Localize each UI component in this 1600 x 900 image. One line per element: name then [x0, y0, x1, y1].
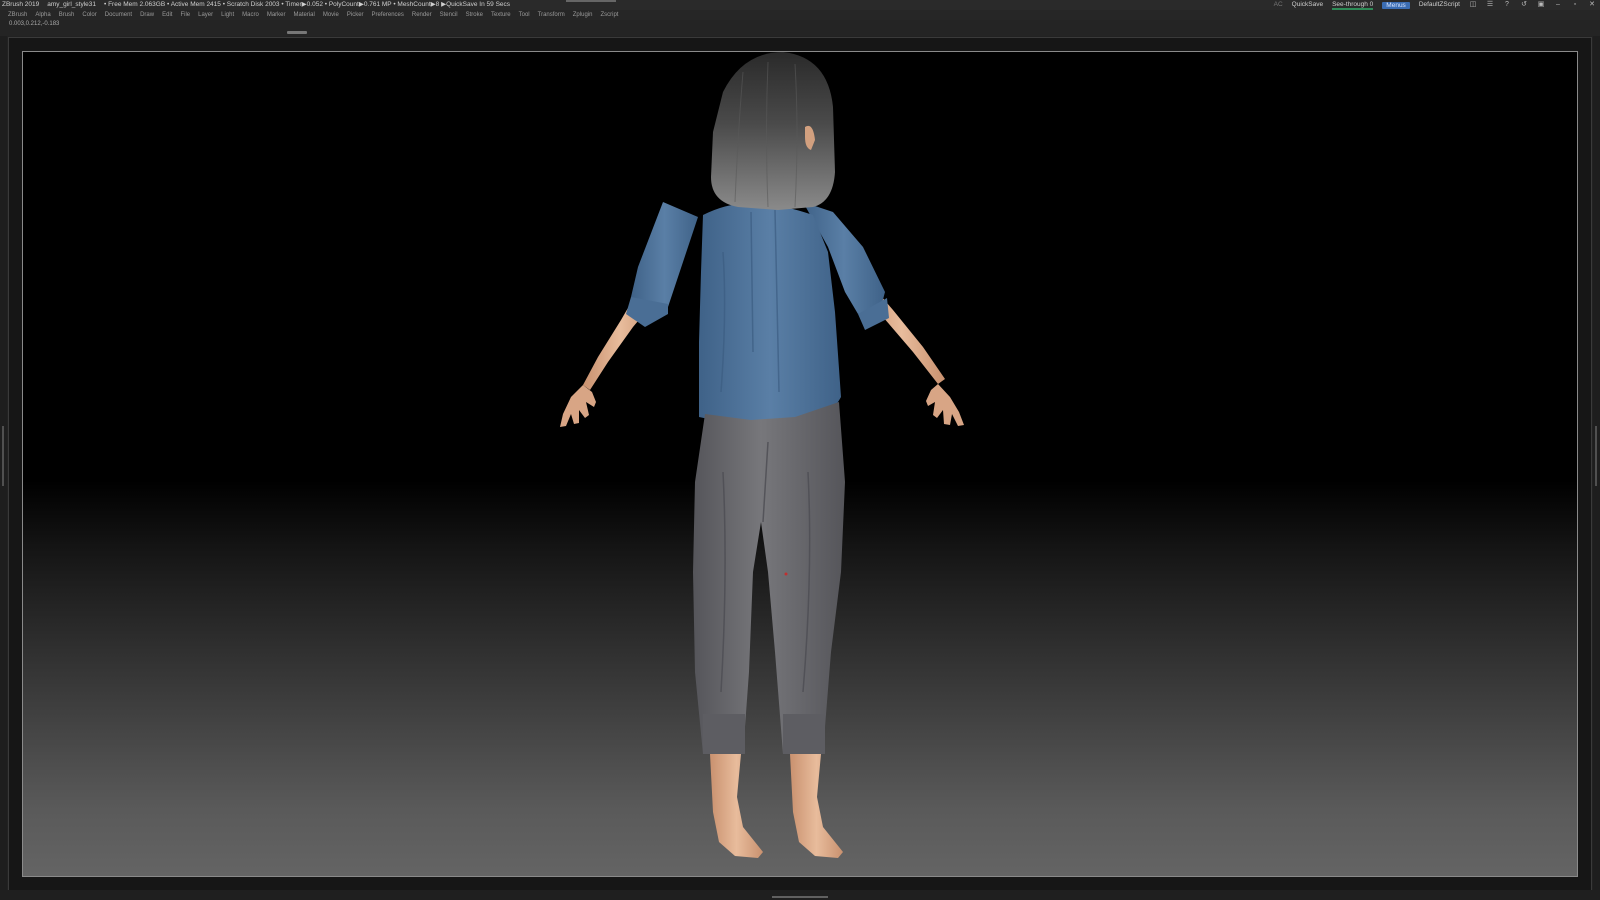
menu-draw[interactable]: Draw — [140, 10, 154, 20]
minimize-icon[interactable]: – — [1554, 0, 1562, 10]
menu-stroke[interactable]: Stroke — [466, 10, 483, 20]
cursor-coordinates: 0.003,0.212,-0.183 — [9, 21, 60, 27]
shirt — [699, 203, 841, 431]
menu-movie[interactable]: Movie — [323, 10, 339, 20]
menu-brush[interactable]: Brush — [59, 10, 75, 20]
memory-stats: • Free Mem 2.063GB • Active Mem 2415 • S… — [104, 1, 511, 8]
head-hair — [711, 52, 835, 210]
file-name: amy_girl_style31 — [47, 1, 96, 8]
menu-transform[interactable]: Transform — [538, 10, 565, 20]
left-tray — [0, 36, 7, 890]
help-icon[interactable]: ? — [1503, 0, 1511, 10]
bottom-tray — [0, 890, 1600, 900]
menu-marker[interactable]: Marker — [267, 10, 286, 20]
interface-icon[interactable]: ◫ — [1469, 0, 1477, 10]
default-zscript-button[interactable]: DefaultZScript — [1419, 0, 1460, 10]
pants — [693, 402, 845, 754]
quicksave-button[interactable]: QuickSave — [1292, 0, 1323, 10]
main-menu-bar: ZBrush Alpha Brush Color Document Draw E… — [0, 10, 1600, 20]
menus-toggle-button[interactable]: Menus — [1382, 1, 1410, 9]
menu-file[interactable]: File — [180, 10, 190, 20]
title-bar: ZBrush 2019 amy_girl_style31 • Free Mem … — [0, 0, 1600, 10]
feet — [710, 754, 843, 858]
top-shelf-collapse-handle[interactable] — [287, 31, 307, 34]
bottom-tray-handle[interactable] — [772, 896, 828, 898]
menu-alpha[interactable]: Alpha — [35, 10, 50, 20]
menu-layer[interactable]: Layer — [198, 10, 213, 20]
document-viewport — [8, 37, 1592, 892]
app-title: ZBrush 2019 — [2, 1, 40, 8]
menu-picker[interactable]: Picker — [347, 10, 364, 20]
menu-color[interactable]: Color — [82, 10, 96, 20]
titlebar-right-controls: AC QuickSave See-through 0 Menus Default… — [1274, 0, 1596, 10]
menu-document[interactable]: Document — [105, 10, 132, 20]
see-through-slider[interactable]: See-through 0 — [1332, 1, 1374, 10]
menu-light[interactable]: Light — [221, 10, 234, 20]
left-arm — [560, 202, 698, 427]
right-tray — [1593, 36, 1600, 890]
undo-history-icon[interactable]: ↺ — [1520, 0, 1528, 10]
ac-button[interactable]: AC — [1274, 0, 1283, 10]
menu-edit[interactable]: Edit — [162, 10, 172, 20]
zbrush-window: ZBrush 2019 amy_girl_style31 • Free Mem … — [0, 0, 1600, 900]
menu-zscript[interactable]: Zscript — [600, 10, 618, 20]
menu-render[interactable]: Render — [412, 10, 432, 20]
menu-zplugin[interactable]: Zplugin — [573, 10, 593, 20]
menu-preferences[interactable]: Preferences — [372, 10, 404, 20]
restore-icon[interactable]: ▫ — [1571, 0, 1579, 10]
top-shelf-handle[interactable] — [566, 0, 616, 2]
left-tray-handle[interactable] — [2, 426, 4, 486]
layout-icon[interactable]: ☰ — [1486, 0, 1494, 10]
menu-stencil[interactable]: Stencil — [440, 10, 458, 20]
menu-texture[interactable]: Texture — [491, 10, 511, 20]
lock-icon[interactable]: ▣ — [1537, 0, 1545, 10]
info-bar: 0.003,0.212,-0.183 — [0, 20, 1600, 36]
canvas[interactable] — [22, 51, 1578, 877]
menu-tool[interactable]: Tool — [519, 10, 530, 20]
menu-zbrush[interactable]: ZBrush — [8, 10, 27, 20]
menu-macro[interactable]: Macro — [242, 10, 259, 20]
menu-material[interactable]: Material — [294, 10, 315, 20]
sculpt-model — [560, 52, 964, 858]
close-icon[interactable]: ✕ — [1588, 0, 1596, 10]
right-tray-handle[interactable] — [1595, 426, 1597, 486]
